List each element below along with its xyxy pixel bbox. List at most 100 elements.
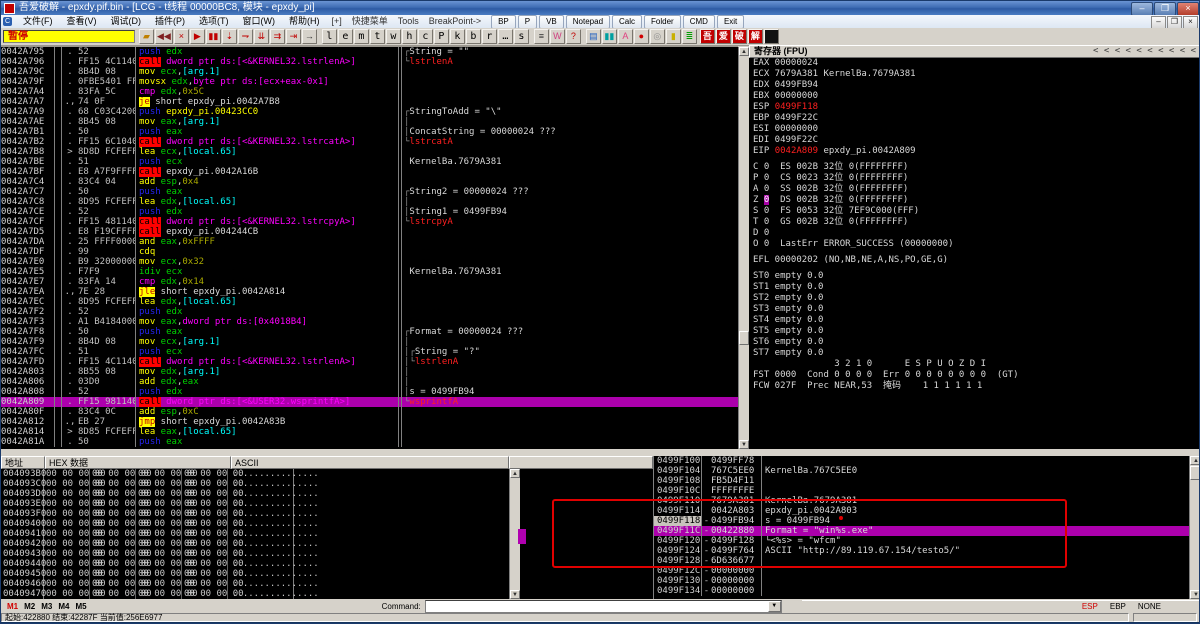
dump-row[interactable]: 00409460 00 00 00 00 00 00 00 00 00 00 00 0… bbox=[1, 579, 653, 589]
title-bar[interactable]: 吾爱破解 - epxdy.pif.bin - [LCG - t线程 00000B… bbox=[1, 1, 1199, 16]
disasm-row[interactable]: 0042A7BF. E8 A7F9FFFF call epxdy_pi.0042A1… bbox=[1, 167, 738, 177]
stack-row[interactable]: 0499F100 0499FF78 bbox=[654, 456, 1189, 466]
register-line[interactable]: 3 2 1 0 E S P U O Z D I bbox=[749, 359, 1199, 370]
dump-row[interactable]: 00409430 00 00 00 00 00 00 00 00 00 00 00 0… bbox=[1, 549, 653, 559]
dump-row[interactable]: 00409450 00 00 00 00 00 00 00 00 00 00 00 0… bbox=[1, 569, 653, 579]
menu-item-2[interactable]: 查看(V) bbox=[60, 15, 104, 28]
window-button-c[interactable]: c bbox=[417, 29, 433, 44]
disasm-row[interactable]: 0042A7A4. 83FA 5C cmp edx,0x5C bbox=[1, 87, 738, 97]
register-line[interactable]: FCW 027F Prec NEAR,53 掩码 1 1 1 1 1 1 bbox=[749, 381, 1199, 392]
scroll-up-icon[interactable]: ▲ bbox=[1190, 456, 1199, 465]
register-line[interactable]: EFL 00000202 (NO,NB,NE,A,NS,PO,GE,G) bbox=[749, 255, 1199, 266]
disasm-row[interactable]: 0042A7E0. B9 32000000 mov ecx,0x32 bbox=[1, 257, 738, 267]
cpu-window-icon[interactable]: C bbox=[3, 17, 12, 26]
menu-button-calc[interactable]: Calc bbox=[612, 14, 643, 29]
scroll-up-icon[interactable]: ▲ bbox=[739, 47, 749, 56]
disasm-row[interactable]: 0042A7CF. FF15 48114000call dword ptr ds:… bbox=[1, 217, 738, 227]
memory-tab-m5[interactable]: M5 bbox=[76, 602, 87, 611]
register-line[interactable]: EAX 00000024 bbox=[749, 58, 1199, 69]
register-line[interactable]: EBP 0499F22C bbox=[749, 113, 1199, 124]
disasm-row[interactable]: 0042A7B8 >8D8D FCFEFFFFlea ecx,[local.65] bbox=[1, 147, 738, 157]
disasm-row[interactable]: 0042A7A9. 68 C03C4200 push epxdy_pi.00423C… bbox=[1, 107, 738, 117]
close-button[interactable]: × bbox=[1177, 2, 1199, 16]
open-file-icon[interactable]: ▰ bbox=[139, 29, 154, 44]
indicator-none[interactable]: NONE bbox=[1138, 602, 1161, 611]
scroll-down-icon[interactable]: ▼ bbox=[1190, 590, 1199, 599]
trace-over-icon[interactable]: ⇉ bbox=[269, 29, 285, 44]
scroll-up-icon[interactable]: ▲ bbox=[510, 469, 520, 478]
window-button-h[interactable]: h bbox=[401, 29, 417, 44]
register-line[interactable]: Z 0 DS 002B 32位 0(FFFFFFFF) bbox=[749, 195, 1199, 206]
disasm-row[interactable]: 0042A7E5. F7F9 idiv ecx KernelBa.7679A381 bbox=[1, 267, 738, 277]
register-line[interactable]: ST1 empty 0.0 bbox=[749, 282, 1199, 293]
window-button-m[interactable]: m bbox=[353, 29, 369, 44]
stack-row[interactable]: 0499F124-0499F764 ASCII "http://89.119.67… bbox=[654, 546, 1189, 556]
chevron-down-icon[interactable]: ▼ bbox=[767, 600, 781, 612]
register-line[interactable]: D 0 bbox=[749, 228, 1199, 239]
command-input[interactable]: ▼ bbox=[424, 599, 782, 613]
menu-item-7[interactable]: 帮助(H) bbox=[282, 15, 327, 28]
hex-dump-pane[interactable]: 004093B0 00 00 00 00 00 00 00 00 00 00 00 0… bbox=[1, 469, 653, 599]
disasm-row[interactable]: 0042A803. 8B55 08 mov edx,[arg.1] │ bbox=[1, 367, 738, 377]
menu-button-folder[interactable]: Folder bbox=[644, 14, 681, 29]
disasm-row[interactable]: 0042A7F8. 50 push eax ┌Format = 00000024 ??… bbox=[1, 327, 738, 337]
dump-row[interactable]: 004093B0 00 00 00 00 00 00 00 00 00 00 00 0… bbox=[1, 469, 653, 479]
plugin-red-icon[interactable]: ● bbox=[633, 29, 649, 44]
stack-row[interactable]: 0499F10C FFFFFFFE bbox=[654, 486, 1189, 496]
stack-row[interactable]: 0499F130-00000000 bbox=[654, 576, 1189, 586]
plugin-gray-icon[interactable]: ◎ bbox=[649, 29, 665, 44]
disasm-row[interactable]: 0042A7CE. 52 push edx │String1 = 0499FB94 bbox=[1, 207, 738, 217]
plugin-yellow-icon[interactable]: ▮ bbox=[665, 29, 681, 44]
dump-row[interactable]: 004093D0 00 00 00 00 00 00 00 00 00 00 00 0… bbox=[1, 489, 653, 499]
menu-item-8[interactable]: [+] bbox=[327, 15, 347, 28]
window-button-r[interactable]: r bbox=[481, 29, 497, 44]
disasm-row[interactable]: 0042A814 >8D85 FCFEFFFFlea eax,[local.65] bbox=[1, 427, 738, 437]
register-line[interactable]: A 0 SS 002B 32位 0(FFFFFFFF) bbox=[749, 184, 1199, 195]
disasm-row[interactable]: 0042A7F9. 8B4D 08 mov ecx,[arg.1] │ bbox=[1, 337, 738, 347]
dump-row[interactable]: 00409400 00 00 00 00 00 00 00 00 00 00 00 0… bbox=[1, 519, 653, 529]
disasm-row[interactable]: 0042A7AE. 8B45 08 mov eax,[arg.1] │ bbox=[1, 117, 738, 127]
disasm-row[interactable]: 0042A796. FF15 4C114000call dword ptr ds:… bbox=[1, 57, 738, 67]
restart-icon[interactable]: ◀◀ bbox=[155, 29, 173, 44]
register-line[interactable]: S 0 FS 0053 32位 7EF9C000(FFF) bbox=[749, 206, 1199, 217]
register-line[interactable]: ST0 empty 0.0 bbox=[749, 271, 1199, 282]
disasm-row[interactable]: 0042A7F3. A1 B4184000 mov eax,dword ptr ds… bbox=[1, 317, 738, 327]
stack-row[interactable]: 0499F12C -00000000 bbox=[654, 566, 1189, 576]
window-button-P[interactable]: P bbox=[433, 29, 449, 44]
menu-button-notepad[interactable]: Notepad bbox=[565, 14, 611, 29]
disasm-row[interactable]: 0042A7F2. 52 push edx bbox=[1, 307, 738, 317]
disasm-row[interactable]: 0042A79C. 8B4D 08 mov ecx,[arg.1] bbox=[1, 67, 738, 77]
plugin-teal-icon[interactable]: ▮▮ bbox=[601, 29, 617, 44]
disasm-row[interactable]: 0042A7B2. FF15 6C104000call dword ptr ds:… bbox=[1, 137, 738, 147]
register-line[interactable]: O 0 LastErr ERROR_SUCCESS (00000000) bbox=[749, 239, 1199, 250]
dump-row[interactable]: 00409420 00 00 00 00 00 00 00 00 00 00 00 0… bbox=[1, 539, 653, 549]
disasm-row[interactable]: 0042A806. 03D0 add edx,eax │ bbox=[1, 377, 738, 387]
memory-tab-m4[interactable]: M4 bbox=[58, 602, 69, 611]
dump-row[interactable]: 00409470 00 00 00 00 00 00 00 00 00 00 00 0… bbox=[1, 589, 653, 599]
trace-into-icon[interactable]: ⇊ bbox=[253, 29, 269, 44]
disasm-row[interactable]: 0042A80F. 83C4 0C add esp,0xC bbox=[1, 407, 738, 417]
register-line[interactable]: EDI 0499F22C bbox=[749, 135, 1199, 146]
window-button-…[interactable]: … bbox=[497, 29, 513, 44]
register-line[interactable]: EDX 0499FB94 bbox=[749, 80, 1199, 91]
disasm-row[interactable]: 0042A7FC. 51 push ecx │┌String = "?" bbox=[1, 347, 738, 357]
register-line[interactable]: ST5 empty 0.0 bbox=[749, 326, 1199, 337]
indicator-ebp[interactable]: EBP bbox=[1110, 602, 1126, 611]
watch-icon[interactable]: W bbox=[549, 29, 565, 44]
disasm-row[interactable]: 0042A7DF. 99 cdq bbox=[1, 247, 738, 257]
scroll-down-icon[interactable]: ▼ bbox=[739, 440, 749, 449]
dump-row[interactable]: 00409410 00 00 00 00 00 00 00 00 00 00 00 0… bbox=[1, 529, 653, 539]
black-square-icon[interactable] bbox=[763, 29, 779, 44]
disasm-row[interactable]: 0042A808. 52 push edx │s = 0499FB94 bbox=[1, 387, 738, 397]
minimize-button[interactable]: – bbox=[1131, 2, 1153, 16]
menu-item-11[interactable]: BreakPoint-> bbox=[424, 15, 486, 28]
plugin-green-icon[interactable]: ≣ bbox=[681, 29, 697, 44]
stack-row[interactable]: 0499F11C -00422880 Format = "win%s.exe" bbox=[654, 526, 1189, 536]
disasm-row[interactable]: 0042A7A7., 74 0F je short epxdy_pi.0042A7B… bbox=[1, 97, 738, 107]
stack-row[interactable]: 0499F108 FB5D4F11 bbox=[654, 476, 1189, 486]
disasm-row[interactable]: 0042A81A. 50 push eax bbox=[1, 437, 738, 447]
window-button-t[interactable]: t bbox=[369, 29, 385, 44]
menu-button-vb[interactable]: VB bbox=[539, 14, 564, 29]
registers-header[interactable]: 寄存器 (FPU) < < < < < < < < < < bbox=[749, 45, 1199, 58]
window-button-l[interactable]: l bbox=[321, 29, 337, 44]
